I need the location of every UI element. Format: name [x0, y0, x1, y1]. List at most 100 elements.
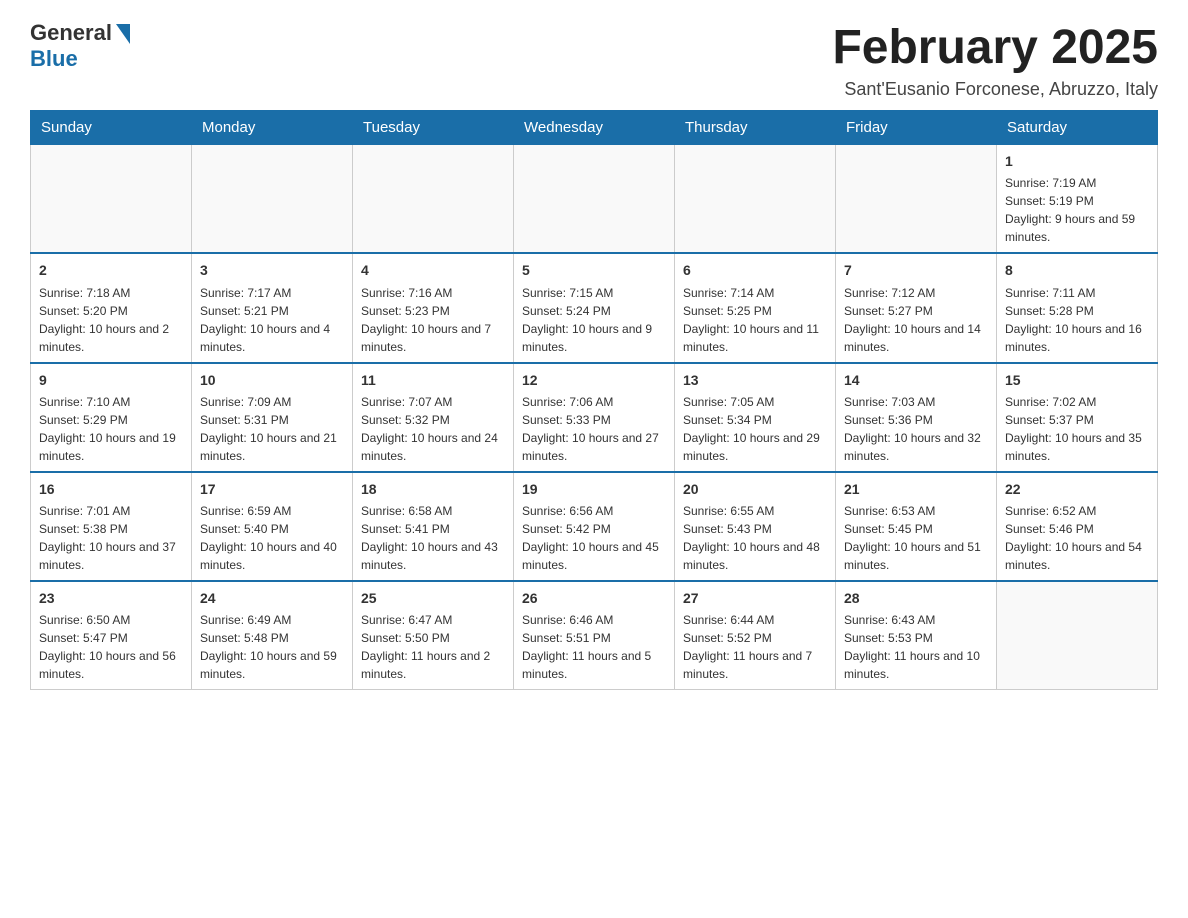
day-number: 11: [361, 370, 505, 390]
day-number: 13: [683, 370, 827, 390]
table-row: [192, 145, 353, 254]
day-number: 25: [361, 588, 505, 608]
day-info: Sunrise: 7:18 AM Sunset: 5:20 PM Dayligh…: [39, 284, 183, 356]
logo-general-text: General: [30, 20, 112, 46]
day-info: Sunrise: 6:53 AM Sunset: 5:45 PM Dayligh…: [844, 502, 988, 574]
day-number: 6: [683, 260, 827, 280]
day-info: Sunrise: 7:06 AM Sunset: 5:33 PM Dayligh…: [522, 393, 666, 465]
table-row: 8 Sunrise: 7:11 AM Sunset: 5:28 PM Daylig…: [997, 253, 1158, 362]
table-row: 13 Sunrise: 7:05 AM Sunset: 5:34 PM Dayli…: [675, 363, 836, 472]
table-row: 23 Sunrise: 6:50 AM Sunset: 5:47 PM Dayli…: [31, 581, 192, 690]
day-info: Sunrise: 7:02 AM Sunset: 5:37 PM Dayligh…: [1005, 393, 1149, 465]
day-number: 22: [1005, 479, 1149, 499]
day-info: Sunrise: 7:07 AM Sunset: 5:32 PM Dayligh…: [361, 393, 505, 465]
day-info: Sunrise: 6:55 AM Sunset: 5:43 PM Dayligh…: [683, 502, 827, 574]
table-row: 5 Sunrise: 7:15 AM Sunset: 5:24 PM Daylig…: [514, 253, 675, 362]
calendar-week-row: 1 Sunrise: 7:19 AM Sunset: 5:19 PM Daylig…: [31, 145, 1158, 254]
table-row: 7 Sunrise: 7:12 AM Sunset: 5:27 PM Daylig…: [836, 253, 997, 362]
table-row: 16Sunrise: 7:01 AM Sunset: 5:38 PM Dayli…: [31, 472, 192, 581]
table-row: 9 Sunrise: 7:10 AM Sunset: 5:29 PM Daylig…: [31, 363, 192, 472]
day-info: Sunrise: 6:46 AM Sunset: 5:51 PM Dayligh…: [522, 611, 666, 683]
day-number: 9: [39, 370, 183, 390]
calendar-week-row: 23 Sunrise: 6:50 AM Sunset: 5:47 PM Dayli…: [31, 581, 1158, 690]
day-number: 12: [522, 370, 666, 390]
table-row: 3 Sunrise: 7:17 AM Sunset: 5:21 PM Daylig…: [192, 253, 353, 362]
table-row: 17Sunrise: 6:59 AM Sunset: 5:40 PM Dayli…: [192, 472, 353, 581]
table-row: 25 Sunrise: 6:47 AM Sunset: 5:50 PM Dayli…: [353, 581, 514, 690]
day-number: 19: [522, 479, 666, 499]
day-number: 18: [361, 479, 505, 499]
day-number: 2: [39, 260, 183, 280]
header-tuesday: Tuesday: [353, 111, 514, 145]
day-info: Sunrise: 6:52 AM Sunset: 5:46 PM Dayligh…: [1005, 502, 1149, 574]
day-number: 15: [1005, 370, 1149, 390]
header-saturday: Saturday: [997, 111, 1158, 145]
table-row: 4 Sunrise: 7:16 AM Sunset: 5:23 PM Daylig…: [353, 253, 514, 362]
day-info: Sunrise: 7:05 AM Sunset: 5:34 PM Dayligh…: [683, 393, 827, 465]
day-number: 5: [522, 260, 666, 280]
table-row: 19 Sunrise: 6:56 AM Sunset: 5:42 PM Dayli…: [514, 472, 675, 581]
table-row: 20Sunrise: 6:55 AM Sunset: 5:43 PM Dayli…: [675, 472, 836, 581]
header-sunday: Sunday: [31, 111, 192, 145]
day-info: Sunrise: 7:17 AM Sunset: 5:21 PM Dayligh…: [200, 284, 344, 356]
calendar-table: Sunday Monday Tuesday Wednesday Thursday…: [30, 110, 1158, 690]
day-info: Sunrise: 7:16 AM Sunset: 5:23 PM Dayligh…: [361, 284, 505, 356]
day-info: Sunrise: 6:56 AM Sunset: 5:42 PM Dayligh…: [522, 502, 666, 574]
table-row: 24 Sunrise: 6:49 AM Sunset: 5:48 PM Dayli…: [192, 581, 353, 690]
day-info: Sunrise: 7:10 AM Sunset: 5:29 PM Dayligh…: [39, 393, 183, 465]
table-row: 28 Sunrise: 6:43 AM Sunset: 5:53 PM Dayli…: [836, 581, 997, 690]
table-row: [675, 145, 836, 254]
day-info: Sunrise: 7:14 AM Sunset: 5:25 PM Dayligh…: [683, 284, 827, 356]
day-number: 4: [361, 260, 505, 280]
day-number: 24: [200, 588, 344, 608]
day-info: Sunrise: 7:03 AM Sunset: 5:36 PM Dayligh…: [844, 393, 988, 465]
day-info: Sunrise: 7:19 AM Sunset: 5:19 PM Dayligh…: [1005, 174, 1149, 246]
calendar-week-row: 16Sunrise: 7:01 AM Sunset: 5:38 PM Dayli…: [31, 472, 1158, 581]
day-number: 23: [39, 588, 183, 608]
day-number: 7: [844, 260, 988, 280]
table-row: 21Sunrise: 6:53 AM Sunset: 5:45 PM Dayli…: [836, 472, 997, 581]
table-row: 2 Sunrise: 7:18 AM Sunset: 5:20 PM Daylig…: [31, 253, 192, 362]
calendar-week-row: 9 Sunrise: 7:10 AM Sunset: 5:29 PM Daylig…: [31, 363, 1158, 472]
table-row: [836, 145, 997, 254]
day-number: 27: [683, 588, 827, 608]
logo-blue-text: Blue: [30, 46, 78, 72]
month-title: February 2025: [832, 20, 1158, 75]
day-info: Sunrise: 7:01 AM Sunset: 5:38 PM Dayligh…: [39, 502, 183, 574]
table-row: [997, 581, 1158, 690]
location-subtitle: Sant'Eusanio Forconese, Abruzzo, Italy: [832, 79, 1158, 100]
calendar-header-row: Sunday Monday Tuesday Wednesday Thursday…: [31, 111, 1158, 145]
day-number: 14: [844, 370, 988, 390]
table-row: 6 Sunrise: 7:14 AM Sunset: 5:25 PM Daylig…: [675, 253, 836, 362]
day-info: Sunrise: 6:58 AM Sunset: 5:41 PM Dayligh…: [361, 502, 505, 574]
table-row: 22 Sunrise: 6:52 AM Sunset: 5:46 PM Dayli…: [997, 472, 1158, 581]
header-friday: Friday: [836, 111, 997, 145]
table-row: 11 Sunrise: 7:07 AM Sunset: 5:32 PM Dayli…: [353, 363, 514, 472]
day-number: 28: [844, 588, 988, 608]
logo: General Blue: [30, 20, 130, 72]
day-number: 3: [200, 260, 344, 280]
table-row: 12 Sunrise: 7:06 AM Sunset: 5:33 PM Dayli…: [514, 363, 675, 472]
header-thursday: Thursday: [675, 111, 836, 145]
day-number: 8: [1005, 260, 1149, 280]
day-info: Sunrise: 7:11 AM Sunset: 5:28 PM Dayligh…: [1005, 284, 1149, 356]
day-info: Sunrise: 7:12 AM Sunset: 5:27 PM Dayligh…: [844, 284, 988, 356]
day-info: Sunrise: 6:50 AM Sunset: 5:47 PM Dayligh…: [39, 611, 183, 683]
table-row: 26Sunrise: 6:46 AM Sunset: 5:51 PM Dayli…: [514, 581, 675, 690]
table-row: 10Sunrise: 7:09 AM Sunset: 5:31 PM Dayli…: [192, 363, 353, 472]
day-info: Sunrise: 6:49 AM Sunset: 5:48 PM Dayligh…: [200, 611, 344, 683]
table-row: 15 Sunrise: 7:02 AM Sunset: 5:37 PM Dayli…: [997, 363, 1158, 472]
header-wednesday: Wednesday: [514, 111, 675, 145]
table-row: 27Sunrise: 6:44 AM Sunset: 5:52 PM Dayli…: [675, 581, 836, 690]
page-header: General Blue February 2025 Sant'Eusanio …: [30, 20, 1158, 100]
table-row: 1 Sunrise: 7:19 AM Sunset: 5:19 PM Daylig…: [997, 145, 1158, 254]
table-row: 14 Sunrise: 7:03 AM Sunset: 5:36 PM Dayli…: [836, 363, 997, 472]
day-info: Sunrise: 6:47 AM Sunset: 5:50 PM Dayligh…: [361, 611, 505, 683]
table-row: [514, 145, 675, 254]
day-info: Sunrise: 7:15 AM Sunset: 5:24 PM Dayligh…: [522, 284, 666, 356]
table-row: 18 Sunrise: 6:58 AM Sunset: 5:41 PM Dayli…: [353, 472, 514, 581]
day-info: Sunrise: 6:43 AM Sunset: 5:53 PM Dayligh…: [844, 611, 988, 683]
title-area: February 2025 Sant'Eusanio Forconese, Ab…: [832, 20, 1158, 100]
day-number: 1: [1005, 151, 1149, 171]
calendar-week-row: 2 Sunrise: 7:18 AM Sunset: 5:20 PM Daylig…: [31, 253, 1158, 362]
